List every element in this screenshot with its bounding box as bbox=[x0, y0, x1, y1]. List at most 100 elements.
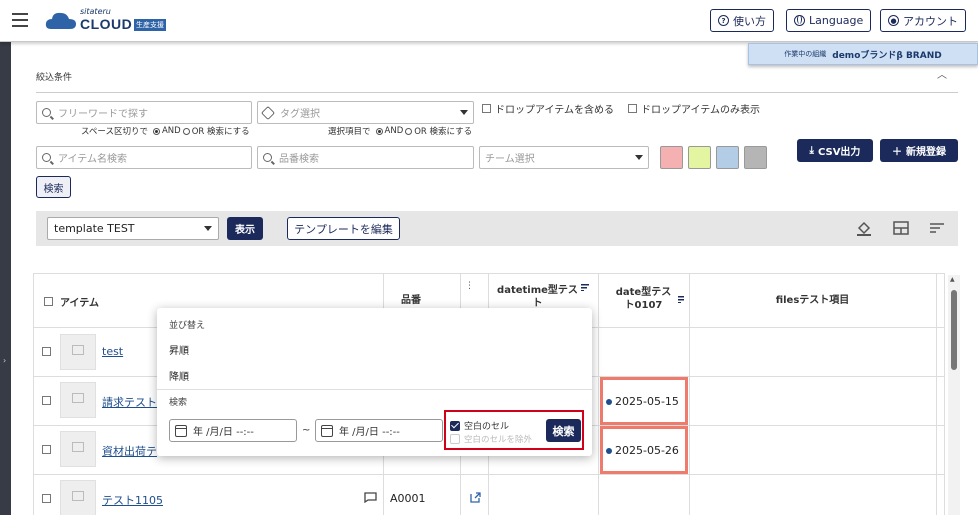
language-button[interactable]: Language bbox=[786, 9, 872, 32]
popup-divider bbox=[157, 389, 592, 390]
header-part-no[interactable]: 品番 bbox=[383, 290, 421, 310]
freeword-or-label: OR 検索にする bbox=[191, 127, 250, 137]
hamburger-menu-icon[interactable] bbox=[12, 13, 28, 27]
logo-main-text: CLOUD bbox=[80, 16, 133, 32]
new-register-button[interactable]: ＋ 新規登録 bbox=[880, 139, 958, 162]
team-select[interactable]: チーム選択 bbox=[479, 146, 649, 169]
template-show-button[interactable]: 表示 bbox=[227, 217, 263, 240]
drop-only-label: ドロップアイテムのみ表示 bbox=[641, 105, 760, 116]
date-value: 2025-05-15 bbox=[615, 395, 679, 408]
item-link[interactable]: テスト1105 bbox=[102, 492, 163, 508]
select-all-checkbox[interactable] bbox=[44, 297, 53, 306]
dropdown-arrow-icon bbox=[204, 226, 212, 231]
freeword-or-radio[interactable] bbox=[182, 127, 190, 135]
calendar-icon bbox=[175, 424, 187, 437]
sort-lines-icon[interactable] bbox=[929, 220, 945, 236]
item-link[interactable]: 請求テスト bbox=[102, 394, 157, 410]
include-drop-checkbox[interactable]: ドロップアイテムを含める bbox=[482, 101, 614, 116]
row-checkbox[interactable] bbox=[42, 445, 51, 454]
sort-icon[interactable] bbox=[677, 295, 684, 303]
org-value: demoブランドβ BRAND bbox=[832, 50, 942, 61]
row-checkbox[interactable] bbox=[42, 347, 51, 356]
item-thumbnail[interactable] bbox=[60, 431, 96, 467]
date-from-input[interactable]: 年 /月/日 --:-- bbox=[169, 419, 297, 442]
item-link[interactable]: test bbox=[102, 345, 123, 358]
date-to-input[interactable]: 年 /月/日 --:-- bbox=[315, 419, 443, 442]
sort-asc-item[interactable]: 昇順 bbox=[169, 342, 189, 357]
globe-icon bbox=[794, 15, 805, 26]
search-icon bbox=[263, 153, 272, 162]
row-checkbox[interactable] bbox=[42, 396, 51, 405]
freeword-and-label: AND bbox=[161, 126, 181, 136]
part-no-search-input[interactable]: 品番検索 bbox=[257, 146, 474, 169]
color-swatch-yellow[interactable] bbox=[688, 146, 711, 169]
item-thumbnail[interactable] bbox=[60, 334, 96, 370]
table-layout-icon[interactable] bbox=[893, 220, 909, 236]
freeword-and-radio[interactable] bbox=[152, 127, 160, 135]
drop-only-checkbox[interactable]: ドロップアイテムのみ表示 bbox=[628, 101, 760, 116]
item-link[interactable]: 資材出荷テ bbox=[102, 443, 157, 459]
side-drawer-strip[interactable] bbox=[0, 42, 11, 515]
tag-select[interactable]: タグ選択 bbox=[257, 101, 474, 124]
sort-section-title: 並び替え bbox=[169, 321, 206, 331]
csv-export-button[interactable]: ⤓ CSV出力 bbox=[797, 139, 873, 162]
filter-search-button[interactable]: 検索 bbox=[36, 176, 71, 198]
item-thumbnail[interactable] bbox=[60, 480, 96, 515]
tag-placeholder: タグ選択 bbox=[280, 109, 320, 120]
include-drop-label: ドロップアイテムを含める bbox=[495, 105, 614, 116]
item-name-search-input[interactable]: アイテム名検索 bbox=[36, 146, 252, 169]
freeword-input[interactable]: フリーワードで探す bbox=[36, 101, 252, 124]
freeword-placeholder: フリーワードで探す bbox=[58, 109, 148, 120]
tag-or-radio[interactable] bbox=[405, 127, 413, 135]
chevron-right-icon[interactable]: › bbox=[3, 356, 6, 365]
date-from-value: 年 /月/日 --:-- bbox=[193, 427, 254, 438]
checkbox-box[interactable] bbox=[628, 104, 637, 113]
tag-icon bbox=[260, 105, 276, 120]
tag-hint-text: 選択項目で bbox=[328, 127, 371, 137]
logo-badge: 生産支援 bbox=[134, 19, 166, 31]
comment-icon[interactable] bbox=[364, 492, 377, 503]
checkbox-box[interactable] bbox=[482, 104, 491, 113]
dropdown-arrow-icon bbox=[635, 155, 643, 160]
search-icon bbox=[42, 153, 51, 162]
header-date[interactable]: date型テスト0107 bbox=[612, 284, 684, 314]
user-icon: ● bbox=[888, 15, 899, 26]
download-icon: ⤓ bbox=[809, 145, 814, 156]
scrollbar-thumb[interactable] bbox=[951, 290, 957, 370]
logo-small-text: sitateru bbox=[80, 7, 111, 16]
external-link-icon[interactable] bbox=[470, 492, 481, 503]
row-divider bbox=[33, 474, 945, 475]
team-placeholder: チーム選択 bbox=[485, 154, 535, 165]
paint-bucket-icon[interactable] bbox=[856, 220, 872, 236]
chevron-up-icon[interactable]: ︿ bbox=[937, 66, 947, 81]
filter-search-label: 検索 bbox=[43, 183, 64, 195]
help-button[interactable]: ? 使い方 bbox=[710, 9, 774, 32]
header-datetime-label: datetime型テスト bbox=[497, 285, 578, 309]
tag-or-label: OR 検索にする bbox=[414, 127, 473, 137]
calendar-icon bbox=[321, 424, 333, 437]
color-swatch-blue[interactable] bbox=[716, 146, 739, 169]
template-select[interactable]: template TEST bbox=[47, 217, 219, 240]
filter-divider bbox=[36, 92, 958, 93]
color-swatch-red[interactable] bbox=[660, 146, 683, 169]
annotation-highlight-box bbox=[444, 410, 584, 450]
row-checkbox[interactable] bbox=[42, 494, 51, 503]
tag-and-radio[interactable] bbox=[375, 127, 383, 135]
sort-icon[interactable] bbox=[580, 284, 589, 291]
question-icon: ? bbox=[718, 15, 729, 26]
help-button-label: 使い方 bbox=[733, 14, 766, 28]
tag-hint: 選択項目で AND OR 検索にする bbox=[328, 125, 472, 137]
scroll-up-icon[interactable]: ▲ bbox=[950, 276, 955, 283]
date-cell[interactable]: 2025-05-26 bbox=[606, 444, 679, 457]
header-files[interactable]: filesテスト項目 bbox=[689, 274, 936, 327]
template-show-label: 表示 bbox=[235, 225, 255, 236]
header-item-label: アイテム bbox=[60, 298, 99, 309]
template-edit-button[interactable]: テンプレートを編集 bbox=[287, 217, 400, 240]
account-button[interactable]: ● アカウント bbox=[880, 9, 966, 32]
item-thumbnail[interactable] bbox=[60, 382, 96, 418]
color-swatch-gray[interactable] bbox=[744, 146, 767, 169]
column-menu-icon[interactable]: ⋮ bbox=[465, 281, 474, 291]
date-cell[interactable]: 2025-05-15 bbox=[606, 395, 679, 408]
cloud-logo-icon bbox=[45, 12, 76, 29]
sort-desc-item[interactable]: 降順 bbox=[169, 368, 189, 383]
